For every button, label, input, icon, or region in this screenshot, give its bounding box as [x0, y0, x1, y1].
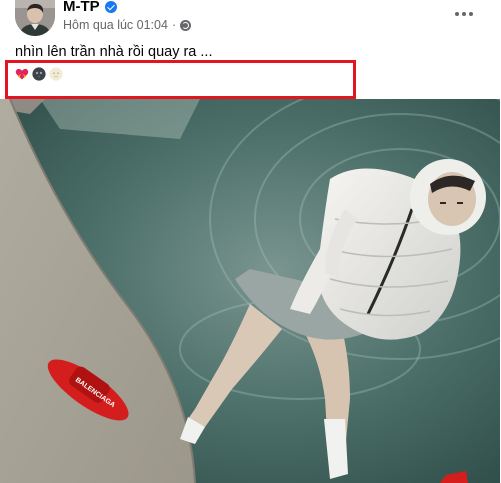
post-timestamp[interactable]: Hôm qua lúc 01:04	[63, 18, 168, 32]
pool-photo: BALENCIAGA	[0, 99, 500, 483]
author-avatar[interactable]	[15, 0, 55, 36]
more-dot	[462, 12, 466, 16]
more-dot	[469, 12, 473, 16]
post-author: M-TP	[63, 0, 117, 14]
author-name[interactable]: M-TP	[63, 0, 100, 14]
meta-separator: ·	[171, 18, 177, 32]
verified-badge-icon	[104, 1, 117, 13]
facebook-post: M-TP Hôm qua lúc 01:04 · nhìn lên trần n…	[0, 0, 501, 483]
globe-icon[interactable]	[180, 19, 192, 31]
more-options-icon[interactable]	[450, 2, 478, 26]
more-dot	[455, 12, 459, 16]
avatar-image	[15, 0, 55, 36]
post-meta: Hôm qua lúc 01:04 ·	[63, 17, 192, 33]
post-photo[interactable]: BALENCIAGA	[0, 99, 500, 483]
post-caption: nhìn lên trần nhà rồi quay ra ...	[15, 44, 213, 60]
red-highlight-frame	[5, 60, 356, 99]
